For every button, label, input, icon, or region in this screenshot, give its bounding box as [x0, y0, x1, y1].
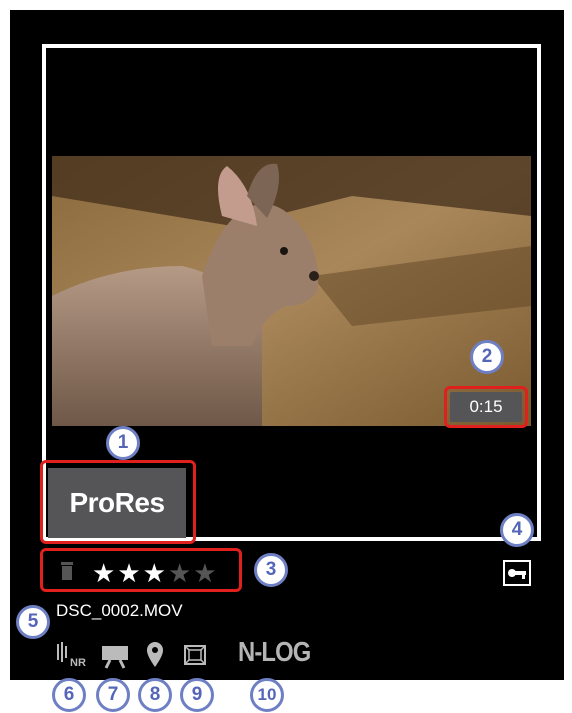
n-log-label: N-LOG [238, 636, 311, 667]
callout-6: 6 [52, 678, 86, 712]
callout-4: 4 [500, 513, 534, 547]
location-pin-icon [147, 642, 163, 667]
callout-1: 1 [106, 426, 140, 460]
svg-text:NR: NR [70, 657, 86, 669]
callout-2: 2 [470, 340, 504, 374]
callout-3: 3 [254, 553, 288, 587]
highlight-format-badge [40, 460, 196, 544]
noise-reduction-icon: NR [57, 642, 86, 669]
key-lock-icon [503, 560, 531, 586]
highlight-rating [40, 548, 242, 592]
callout-5: 5 [16, 605, 50, 639]
callout-8: 8 [138, 678, 172, 712]
callout-9: 9 [180, 678, 214, 712]
highlight-duration [444, 386, 528, 428]
callout-7: 7 [96, 678, 130, 712]
callout-10: 10 [250, 678, 284, 712]
movie-camera-icon [102, 646, 128, 669]
file-name: DSC_0002.MOV [56, 601, 183, 620]
frame-icon [184, 645, 206, 665]
